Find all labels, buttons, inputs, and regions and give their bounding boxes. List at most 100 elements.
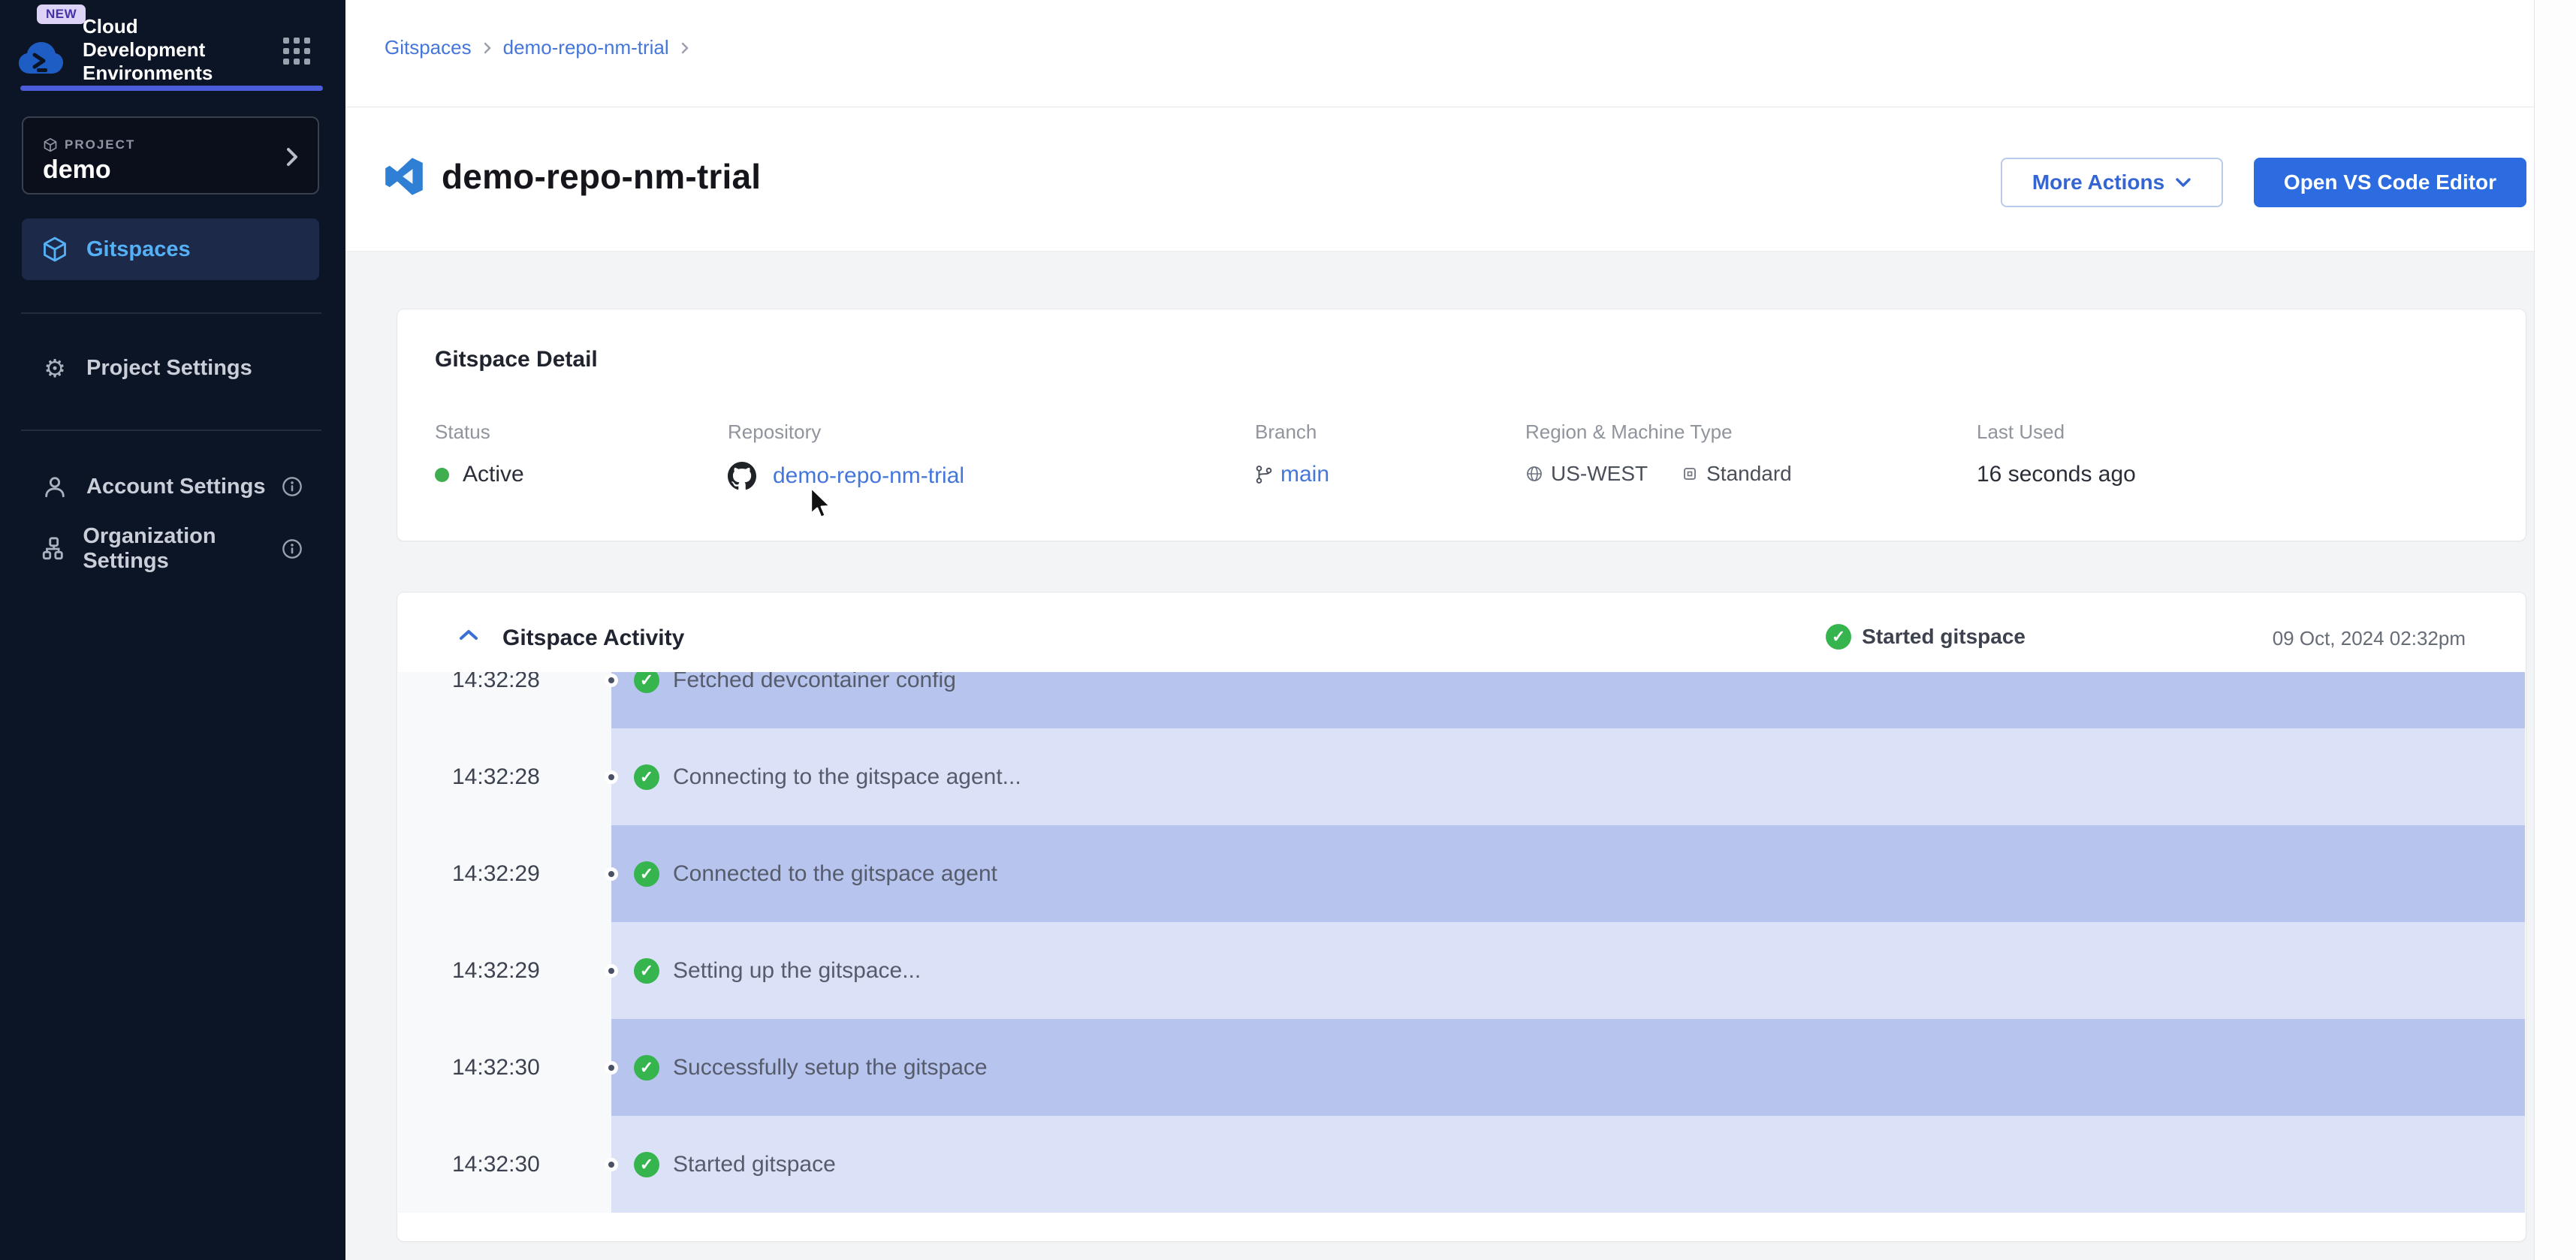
field-repository: Repository demo-repo-nm-trial bbox=[728, 421, 964, 490]
open-vscode-editor-button[interactable]: Open VS Code Editor bbox=[2254, 158, 2526, 207]
activity-timestamp: 14:32:30 bbox=[398, 1152, 540, 1177]
repository-link[interactable]: demo-repo-nm-trial bbox=[773, 463, 964, 489]
more-actions-label: More Actions bbox=[2032, 170, 2164, 194]
success-check-icon: ✓ bbox=[1826, 624, 1851, 650]
status-label: Status bbox=[435, 421, 524, 444]
activity-message: Setting up the gitspace... bbox=[673, 958, 921, 984]
sidebar-item-project-settings[interactable]: ⚙ Project Settings bbox=[22, 337, 319, 399]
success-check-icon: ✓ bbox=[634, 764, 659, 790]
activity-timestamp: 14:32:29 bbox=[398, 958, 540, 984]
activity-timestamp: 14:32:30 bbox=[398, 1055, 540, 1081]
collapse-chevron-icon[interactable] bbox=[457, 627, 480, 647]
app-grid-icon[interactable] bbox=[283, 38, 313, 68]
activity-log: 14:32:28 ✓ Fetched devcontainer config 1… bbox=[398, 672, 2525, 1213]
sidebar-item-label: Account Settings bbox=[86, 475, 265, 499]
new-badge: NEW bbox=[37, 5, 86, 24]
timeline-dot-icon bbox=[605, 867, 618, 881]
sidebar-item-label: Gitspaces bbox=[86, 237, 191, 262]
timeline-gutter: 14:32:30 bbox=[398, 1116, 611, 1213]
info-icon[interactable] bbox=[282, 538, 303, 559]
activity-stripe: ✓ Connecting to the gitspace agent... bbox=[611, 728, 2525, 825]
last-used-label: Last Used bbox=[1977, 421, 2136, 444]
success-check-icon: ✓ bbox=[634, 861, 659, 887]
activity-status-time: 09 Oct, 2024 02:32pm bbox=[2273, 627, 2466, 650]
region-value: US-WEST bbox=[1551, 462, 1648, 486]
success-check-icon: ✓ bbox=[634, 1055, 659, 1081]
breadcrumb-link-gitspaces[interactable]: Gitspaces bbox=[385, 36, 472, 59]
scrollbar-track[interactable] bbox=[2534, 0, 2576, 1260]
activity-status: ✓ Started gitspace bbox=[1826, 624, 2026, 650]
sidebar: NEW Cloud Development Environments PROJE… bbox=[0, 0, 345, 1260]
status-value: Active bbox=[463, 462, 524, 487]
page-title: demo-repo-nm-trial bbox=[442, 156, 761, 197]
activity-stripe: ✓ Connected to the gitspace agent bbox=[611, 825, 2525, 922]
field-branch: Branch main bbox=[1255, 421, 1329, 487]
globe-icon bbox=[1525, 465, 1543, 483]
timeline-dot-icon bbox=[605, 964, 618, 978]
activity-row: 14:32:29 ✓ Connected to the gitspace age… bbox=[398, 825, 2525, 922]
divider bbox=[21, 312, 321, 314]
project-selector[interactable]: PROJECT demo bbox=[22, 116, 319, 194]
machine-value: Standard bbox=[1706, 462, 1792, 486]
activity-timestamp: 14:32:28 bbox=[398, 764, 540, 790]
cloud-logo-icon bbox=[17, 39, 65, 83]
vscode-icon bbox=[385, 157, 424, 196]
activity-row: 14:32:30 ✓ Started gitspace bbox=[398, 1116, 2525, 1213]
git-branch-icon bbox=[1255, 465, 1273, 484]
activity-stripe: ✓ Started gitspace bbox=[611, 1116, 2525, 1213]
chevron-right-icon bbox=[680, 41, 690, 56]
activity-card-title: Gitspace Activity bbox=[502, 625, 684, 651]
chevron-right-icon bbox=[283, 146, 301, 167]
sidebar-item-organization-settings[interactable]: Organization Settings bbox=[22, 518, 319, 580]
activity-row: 14:32:29 ✓ Setting up the gitspace... bbox=[398, 922, 2525, 1019]
timeline-dot-icon bbox=[605, 1158, 618, 1171]
sidebar-item-gitspaces[interactable]: Gitspaces bbox=[22, 219, 319, 280]
divider bbox=[21, 430, 321, 431]
gitspace-activity-card: Gitspace Activity ✓ Started gitspace 09 … bbox=[397, 592, 2526, 1242]
info-icon[interactable] bbox=[282, 476, 303, 497]
activity-timestamp: 14:32:29 bbox=[398, 861, 540, 887]
field-status: Status Active bbox=[435, 421, 524, 487]
brand-underline bbox=[20, 86, 323, 91]
breadcrumb-link-repo[interactable]: demo-repo-nm-trial bbox=[503, 36, 669, 59]
repository-label: Repository bbox=[728, 421, 964, 444]
region-machine-label: Region & Machine Type bbox=[1525, 421, 1792, 444]
activity-message: Successfully setup the gitspace bbox=[673, 1055, 988, 1081]
activity-stripe: ✓ Successfully setup the gitspace bbox=[611, 1019, 2525, 1116]
detail-card-title: Gitspace Detail bbox=[435, 347, 598, 372]
branch-link[interactable]: main bbox=[1280, 462, 1329, 487]
timeline-dot-icon bbox=[605, 1061, 618, 1075]
gitspace-detail-card: Gitspace Detail Status Active Repository… bbox=[397, 309, 2526, 541]
field-last-used: Last Used 16 seconds ago bbox=[1977, 421, 2136, 487]
activity-message: Fetched devcontainer config bbox=[673, 672, 956, 693]
project-cube-icon bbox=[43, 137, 58, 152]
branch-label: Branch bbox=[1255, 421, 1329, 444]
timeline-gutter: 14:32:30 bbox=[398, 1019, 611, 1116]
open-editor-label: Open VS Code Editor bbox=[2284, 170, 2496, 194]
activity-message: Started gitspace bbox=[673, 1152, 836, 1177]
more-actions-button[interactable]: More Actions bbox=[2001, 158, 2223, 207]
activity-row: 14:32:30 ✓ Successfully setup the gitspa… bbox=[398, 1019, 2525, 1116]
timeline-gutter: 14:32:29 bbox=[398, 825, 611, 922]
activity-message: Connecting to the gitspace agent... bbox=[673, 764, 1021, 790]
activity-log-scroller[interactable]: 14:32:28 ✓ Fetched devcontainer config 1… bbox=[398, 672, 2525, 1213]
activity-message: Connected to the gitspace agent bbox=[673, 861, 997, 887]
github-icon bbox=[728, 462, 756, 490]
last-used-value: 16 seconds ago bbox=[1977, 462, 2136, 487]
activity-stripe: ✓ Fetched devcontainer config bbox=[611, 672, 2525, 728]
success-check-icon: ✓ bbox=[634, 1152, 659, 1177]
activity-status-label: Started gitspace bbox=[1862, 625, 2026, 649]
success-check-icon: ✓ bbox=[634, 958, 659, 984]
activity-row: 14:32:28 ✓ Connecting to the gitspace ag… bbox=[398, 728, 2525, 825]
activity-stripe: ✓ Setting up the gitspace... bbox=[611, 922, 2525, 1019]
account-settings-icon bbox=[40, 474, 70, 499]
success-check-icon: ✓ bbox=[634, 672, 659, 693]
sidebar-item-account-settings[interactable]: Account Settings bbox=[22, 456, 319, 517]
main-content: Gitspaces demo-repo-nm-trial demo-repo-n… bbox=[345, 0, 2534, 1260]
timeline-gutter: 14:32:28 bbox=[398, 728, 611, 825]
breadcrumb: Gitspaces demo-repo-nm-trial bbox=[385, 36, 690, 59]
project-label: PROJECT bbox=[65, 137, 135, 152]
activity-row: 14:32:28 ✓ Fetched devcontainer config bbox=[398, 672, 2525, 728]
project-name: demo bbox=[43, 155, 111, 185]
machine-chip-icon bbox=[1681, 465, 1699, 483]
